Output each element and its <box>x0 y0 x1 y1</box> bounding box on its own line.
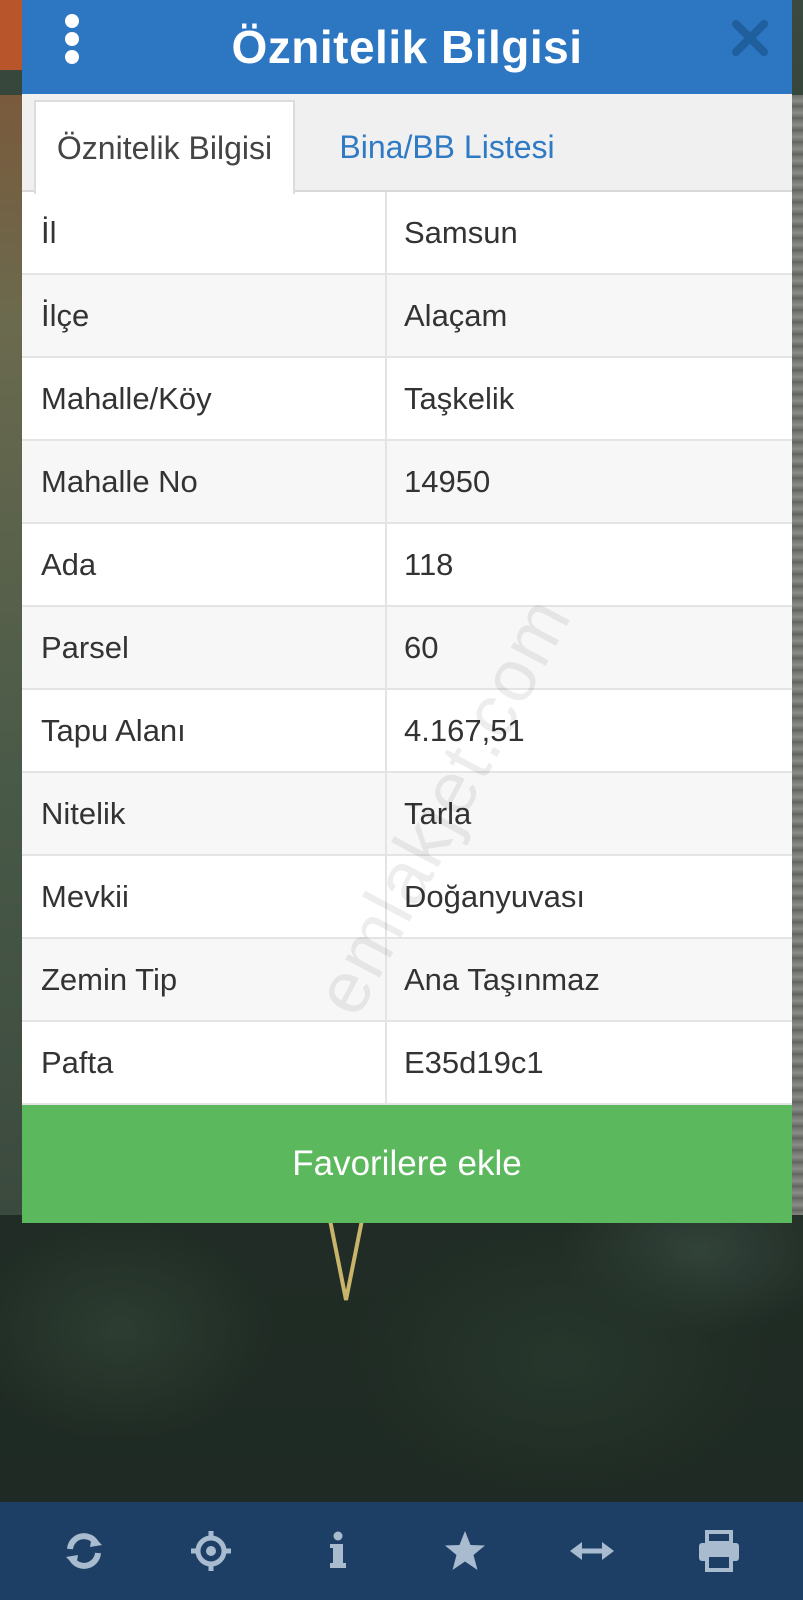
dialog-header: Öznitelik Bilgisi <box>22 0 792 94</box>
add-to-favorites-button[interactable]: Favorilere ekle <box>22 1105 792 1223</box>
attribute-key: Ada <box>22 524 387 605</box>
attribute-key: Mevkii <box>22 856 387 937</box>
attribute-table: İl Samsun İlçe Alaçam Mahalle/Köy Taşkel… <box>22 192 792 1105</box>
locate-icon <box>190 1531 231 1571</box>
table-row: Nitelik Tarla <box>22 773 792 856</box>
star-icon <box>445 1531 486 1570</box>
map-edge-right <box>792 95 803 1215</box>
attribute-value: Taşkelik <box>404 380 515 416</box>
attribute-value: Doğanyuvası <box>404 878 585 914</box>
dialog-title: Öznitelik Bilgisi <box>231 21 583 73</box>
refresh-button[interactable] <box>49 1516 119 1586</box>
refresh-icon <box>65 1533 102 1569</box>
table-row: Mevkii Doğanyuvası <box>22 856 792 939</box>
measure-icon <box>570 1542 615 1560</box>
attribute-key: İlçe <box>22 275 387 356</box>
print-icon <box>699 1530 740 1572</box>
info-button[interactable] <box>303 1516 373 1586</box>
attribute-key: Nitelik <box>22 773 387 854</box>
attribute-key: Mahalle No <box>22 441 387 522</box>
table-row: İlçe Alaçam <box>22 275 792 358</box>
measure-button[interactable] <box>557 1516 627 1586</box>
attribute-value: Tarla <box>404 795 472 831</box>
table-row: Parsel 60 <box>22 607 792 690</box>
attribute-value: Ana Taşınmaz <box>404 961 600 997</box>
table-row: Zemin Tip Ana Taşınmaz <box>22 939 792 1022</box>
attribute-dialog: Öznitelik Bilgisi Öznitelik Bilgisi Bina… <box>22 0 792 1223</box>
attribute-value: 14950 <box>404 463 491 499</box>
tab-building-list[interactable]: Bina/BB Listesi <box>312 100 582 194</box>
attribute-value: E35d19c1 <box>404 1044 544 1080</box>
attribute-key: Pafta <box>22 1022 387 1103</box>
close-icon[interactable] <box>730 18 770 58</box>
more-options-icon[interactable] <box>60 14 84 64</box>
attribute-key: Parsel <box>22 607 387 688</box>
map-edge-left <box>0 95 22 1215</box>
favorites-button[interactable] <box>430 1516 500 1586</box>
attribute-key: Tapu Alanı <box>22 690 387 771</box>
map-feature <box>0 0 22 70</box>
table-row: Ada 118 <box>22 524 792 607</box>
table-row: Tapu Alanı 4.167,51 <box>22 690 792 773</box>
bottom-toolbar <box>0 1502 803 1600</box>
table-row: Pafta E35d19c1 <box>22 1022 792 1105</box>
attribute-key: Mahalle/Köy <box>22 358 387 439</box>
attribute-key: Zemin Tip <box>22 939 387 1020</box>
print-button[interactable] <box>684 1516 754 1586</box>
attribute-value: 4.167,51 <box>404 712 525 748</box>
attribute-key: İl <box>22 192 387 273</box>
parcel-marker-icon <box>328 1219 364 1301</box>
attribute-value: 118 <box>404 546 454 582</box>
info-icon <box>329 1531 346 1568</box>
attribute-value: Alaçam <box>404 297 508 333</box>
table-row: İl Samsun <box>22 192 792 275</box>
table-row: Mahalle No 14950 <box>22 441 792 524</box>
locate-button[interactable] <box>176 1516 246 1586</box>
attribute-value: Samsun <box>404 214 518 250</box>
tab-bar: Öznitelik Bilgisi Bina/BB Listesi <box>22 94 792 194</box>
attribute-value: 60 <box>404 629 439 665</box>
table-row: Mahalle/Köy Taşkelik <box>22 358 792 441</box>
tab-attribute-info[interactable]: Öznitelik Bilgisi <box>34 100 295 194</box>
